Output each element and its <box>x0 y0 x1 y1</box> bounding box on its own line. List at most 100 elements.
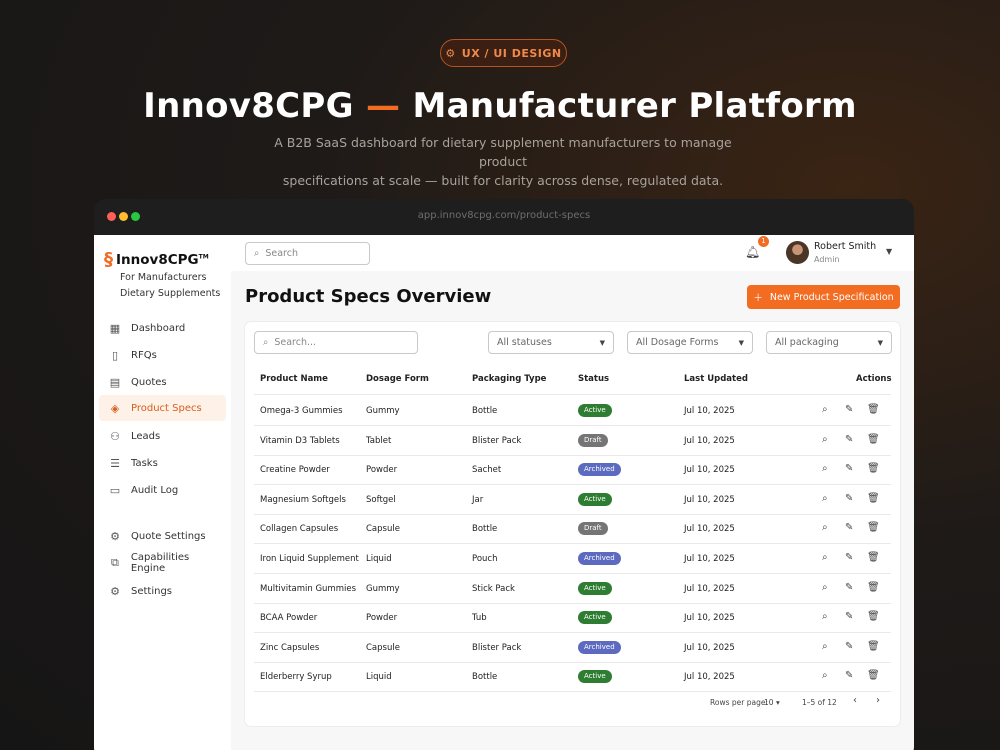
delete-icon[interactable]: 🗑︎ <box>867 522 880 533</box>
col-header-product-name[interactable]: Product Name <box>260 374 328 384</box>
rows-per-page-select[interactable]: 10 ▾ <box>764 698 780 707</box>
sidebar-item-leads[interactable]: ⚇ Leads <box>99 423 226 449</box>
cell-last-updated: Jul 10, 2025 <box>684 435 735 446</box>
status-filter-select[interactable]: All statuses ▼ <box>488 331 614 354</box>
cell-dosage-form: Capsule <box>366 524 400 535</box>
chevron-down-icon: ▼ <box>599 338 605 347</box>
cell-product-name: Elderberry Syrup <box>260 672 332 683</box>
browser-window: app.innov8cpg.com/product-specs § Innov8… <box>94 199 914 750</box>
table-row[interactable]: Zinc Capsules Capsule Blister Pack Archived… <box>254 633 891 663</box>
layers-icon: ◈ <box>110 401 120 415</box>
bell-icon[interactable]: 🔔︎ <box>745 245 760 259</box>
view-details-icon[interactable]: ⌕ <box>822 582 828 593</box>
delete-icon[interactable]: 🗑︎ <box>867 611 880 622</box>
col-header-packaging-type[interactable]: Packaging Type <box>472 374 546 384</box>
cell-product-name: Iron Liquid Supplement <box>260 554 359 564</box>
sidebar-item-dashboard[interactable]: ▦ Dashboard <box>99 315 226 341</box>
table-search-input[interactable]: ⌕ Search... <box>254 331 418 354</box>
delete-icon[interactable]: 🗑︎ <box>867 463 880 474</box>
chevron-right-icon[interactable]: › <box>876 695 880 706</box>
edit-icon[interactable]: ✎ <box>845 641 853 652</box>
cell-product-name: Multivitamin Gummies <box>260 583 356 594</box>
new-product-spec-button[interactable]: ＋ New Product Specification <box>747 285 900 309</box>
edit-icon[interactable]: ✎ <box>845 493 853 504</box>
brand-logo[interactable]: § Innov8CPGTM <box>104 251 209 269</box>
view-details-icon[interactable]: ⌕ <box>822 611 828 622</box>
packaging-filter-select[interactable]: All packaging ▼ <box>766 331 892 354</box>
hero-title: Innov8CPG — Manufacturer Platform <box>0 86 1000 126</box>
edit-icon[interactable]: ✎ <box>845 463 853 474</box>
brand-name: Innov8CPGTM <box>116 252 209 268</box>
delete-icon[interactable]: 🗑︎ <box>867 582 880 593</box>
table-row[interactable]: Creatine Powder Powder Sachet Archived Jul 1… <box>254 455 891 486</box>
sidebar-item-rfqs[interactable]: ▯ RFQs <box>99 342 226 368</box>
view-details-icon[interactable]: ⌕ <box>822 493 828 504</box>
address-bar[interactable]: app.innov8cpg.com/product-specs <box>94 210 914 221</box>
sidebar-item-tasks[interactable]: ☰ Tasks <box>99 450 226 476</box>
avatar[interactable] <box>786 241 809 264</box>
table-row[interactable]: Collagen Capsules Capsule Bottle Draft Jul 1… <box>254 514 891 545</box>
table-row[interactable]: Magnesium Softgels Softgel Jar Active Jul 10… <box>254 485 891 515</box>
packaging-filter-value: All packaging <box>775 337 839 348</box>
view-details-icon[interactable]: ⌕ <box>822 463 828 474</box>
sidebar-item-quotes[interactable]: ▤ Quotes <box>99 369 226 395</box>
cell-packaging-type: Jar <box>472 494 484 505</box>
gear-icon: ⚙ <box>445 46 456 60</box>
view-details-icon[interactable]: ⌕ <box>822 522 828 533</box>
sidebar-item-label: Leads <box>131 430 161 442</box>
chevron-down-icon[interactable]: ▼ <box>886 247 892 256</box>
edit-icon[interactable]: ✎ <box>845 611 853 622</box>
chevron-down-icon: ▼ <box>877 338 883 347</box>
table-row[interactable]: Elderberry Syrup Liquid Bottle Active Jul 10… <box>254 662 891 693</box>
delete-icon[interactable]: 🗑︎ <box>867 641 880 652</box>
edit-icon[interactable]: ✎ <box>845 434 853 445</box>
dosage-filter-select[interactable]: All Dosage Forms ▼ <box>627 331 753 354</box>
status-badge: Draft <box>578 433 608 447</box>
cell-dosage-form: Gummy <box>366 583 400 594</box>
delete-icon[interactable]: 🗑︎ <box>867 552 880 563</box>
edit-icon[interactable]: ✎ <box>845 582 853 593</box>
cell-product-name: Zinc Capsules <box>260 642 320 653</box>
rows-per-page-label: Rows per page: <box>710 698 768 707</box>
receipt-icon: ▤ <box>109 375 121 389</box>
chevron-left-icon[interactable]: ‹ <box>853 695 857 706</box>
delete-icon[interactable]: 🗑︎ <box>867 404 880 415</box>
sidebar-item-audit-log[interactable]: ▭ Audit Log <box>99 477 226 503</box>
edit-icon[interactable]: ✎ <box>845 522 853 533</box>
cell-packaging-type: Blister Pack <box>472 642 522 653</box>
delete-icon[interactable]: 🗑︎ <box>867 434 880 445</box>
col-header-status[interactable]: Status <box>578 374 609 384</box>
delete-icon[interactable]: 🗑︎ <box>867 670 880 681</box>
dosage-filter-value: All Dosage Forms <box>636 337 719 348</box>
view-details-icon[interactable]: ⌕ <box>822 641 828 652</box>
view-details-icon[interactable]: ⌕ <box>822 552 828 563</box>
quote-settings-icon: ⚙ <box>110 529 120 543</box>
capabilities-icon: ⧉ <box>111 556 119 569</box>
user-name[interactable]: Robert Smith <box>814 241 876 252</box>
cell-packaging-type: Pouch <box>472 554 498 564</box>
view-details-icon[interactable]: ⌕ <box>822 434 828 445</box>
edit-icon[interactable]: ✎ <box>845 552 853 563</box>
view-details-icon[interactable]: ⌕ <box>822 404 828 415</box>
document-icon: ▯ <box>111 348 119 362</box>
table-row[interactable]: Omega-3 Gummies Gummy Bottle Active Jul 10, … <box>254 396 891 426</box>
edit-icon[interactable]: ✎ <box>845 670 853 681</box>
view-details-icon[interactable]: ⌕ <box>822 670 828 681</box>
cell-last-updated: Jul 10, 2025 <box>684 524 735 535</box>
table-row[interactable]: BCAA Powder Powder Tub Active Jul 10, 2025 ⌕ ✎… <box>254 603 891 634</box>
col-header-last-updated[interactable]: Last Updated <box>684 374 748 384</box>
sidebar-item-settings[interactable]: ⚙ Settings <box>99 578 226 604</box>
col-header-dosage-form[interactable]: Dosage Form <box>366 374 429 384</box>
global-search-input[interactable]: ⌕ Search <box>245 242 370 265</box>
sidebar-item-quote-settings[interactable]: ⚙ Quote Settings <box>99 523 226 549</box>
delete-icon[interactable]: 🗑︎ <box>867 493 880 504</box>
cell-last-updated: Jul 10, 2025 <box>684 494 735 505</box>
sidebar-item-capabilities-engine[interactable]: ⧉ Capabilities Engine <box>99 550 226 576</box>
status-badge: Draft <box>578 522 608 536</box>
table-row[interactable]: Multivitamin Gummies Gummy Stick Pack Activ… <box>254 574 891 604</box>
table-row[interactable]: Vitamin D3 Tablets Tablet Blister Pack Draf… <box>254 426 891 456</box>
pagination-range: 1–5 of 12 <box>802 698 837 707</box>
table-row[interactable]: Iron Liquid Supplement Liquid Pouch Archive… <box>254 544 891 574</box>
edit-icon[interactable]: ✎ <box>845 404 853 415</box>
sidebar-item-product-specs[interactable]: ◈ Product Specs <box>99 395 226 421</box>
